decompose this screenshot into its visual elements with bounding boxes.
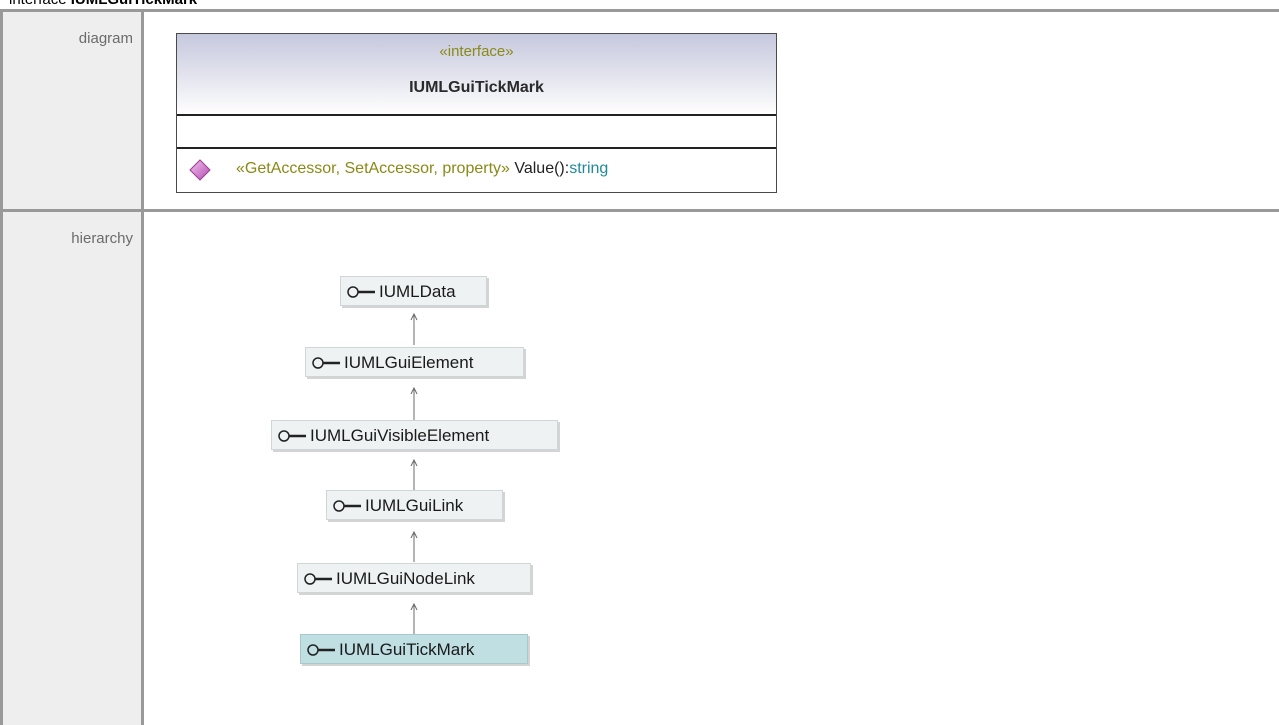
operation-type: string	[569, 160, 609, 177]
interface-lollipop-icon	[278, 430, 306, 442]
operation-name: Value():	[514, 160, 570, 177]
attribute-compartment	[177, 116, 776, 149]
hierarchy-node-iumlguitickmark[interactable]: IUMLGuiTickMark	[300, 634, 528, 664]
edge-arrowhead	[410, 386, 418, 395]
interface-lollipop-icon	[347, 286, 375, 298]
hierarchy-node-iumlguielement[interactable]: IUMLGuiElement	[305, 347, 524, 377]
hierarchy-node-iumlguilink[interactable]: IUMLGuiLink	[326, 490, 503, 520]
table-row-divider	[0, 209, 1279, 212]
interface-class-box[interactable]: «interface» IUMLGuiTickMark «GetAccessor…	[176, 33, 777, 193]
heading-name: IUMLGuiTickMark	[71, 0, 197, 8]
diagram-row-label: diagram	[78, 30, 133, 47]
hierarchy-node-iumlguivisibleelement[interactable]: IUMLGuiVisibleElement	[271, 420, 558, 450]
heading-prefix: interface	[9, 0, 67, 8]
page-heading: interface IUMLGuiTickMark	[9, 0, 197, 8]
table-border-top	[0, 9, 1279, 12]
edge-arrowhead	[410, 602, 418, 611]
interface-lollipop-icon	[333, 500, 361, 512]
edge-arrowhead	[410, 458, 418, 467]
interface-lollipop-icon	[304, 573, 332, 585]
class-name: IUMLGuiTickMark	[409, 79, 544, 96]
operation-stereotype: «GetAccessor, SetAccessor, property»	[236, 160, 510, 177]
interface-lollipop-icon	[307, 644, 335, 656]
hierarchy-node-iumlguinodelink[interactable]: IUMLGuiNodeLink	[297, 563, 531, 593]
operation-text: «GetAccessor, SetAccessor, property» Val…	[236, 160, 608, 178]
node-label: IUMLGuiElement	[344, 353, 474, 372]
diagram-label-cell: diagram	[3, 12, 141, 209]
node-label: IUMLGuiNodeLink	[336, 569, 475, 588]
hierarchy-label-cell: hierarchy	[3, 212, 141, 725]
class-stereotype: «interface»	[439, 43, 514, 60]
operation-diamond-icon	[189, 159, 211, 181]
table-column-divider	[141, 9, 144, 725]
hierarchy-node-iumldata[interactable]: IUMLData	[340, 276, 487, 306]
node-label: IUMLGuiVisibleElement	[310, 426, 490, 445]
interface-lollipop-icon	[312, 357, 340, 369]
node-label: IUMLGuiLink	[365, 496, 464, 515]
node-label: IUMLGuiTickMark	[339, 640, 475, 659]
edge-arrowhead	[410, 530, 418, 539]
node-label: IUMLData	[379, 282, 456, 301]
hierarchy-row-label: hierarchy	[71, 230, 133, 247]
class-header: «interface» IUMLGuiTickMark	[177, 34, 776, 116]
edge-arrowhead	[410, 312, 418, 321]
